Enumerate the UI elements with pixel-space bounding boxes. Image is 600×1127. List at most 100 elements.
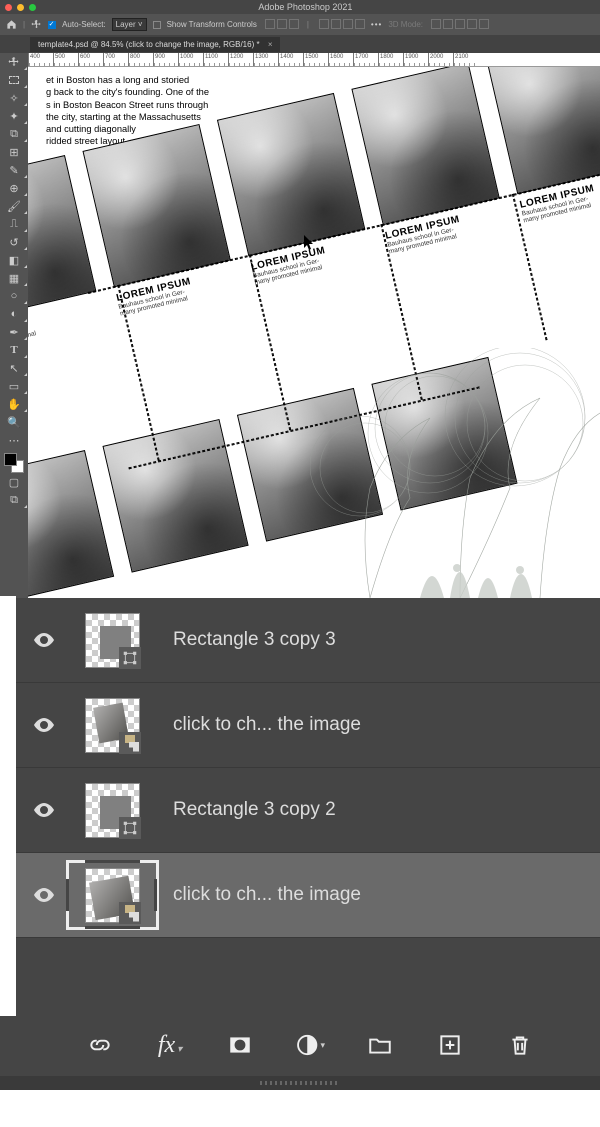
tool-marquee[interactable] xyxy=(0,71,28,89)
options-bar: | Auto-Select: Layer ˅ Show Transform Co… xyxy=(0,14,600,35)
ruler-tick: 1500 xyxy=(303,53,328,67)
quick-mask-button[interactable]: ▢ xyxy=(0,473,28,491)
layer-row[interactable]: Rectangle 3 copy 3 xyxy=(0,598,600,683)
show-transform-label: Show Transform Controls xyxy=(167,20,257,29)
smart-object-icon xyxy=(119,732,141,754)
document-tab-label: template4.psd @ 84.5% (click to change t… xyxy=(38,40,260,49)
layer-fx-button[interactable]: fx▾ xyxy=(155,1030,185,1060)
tool-heal[interactable]: ⊕ xyxy=(0,179,28,197)
3d-mode-label: 3D Mode: xyxy=(388,20,423,29)
tool-wand[interactable]: ✦ xyxy=(0,107,28,125)
tool-brush[interactable]: 🖌 xyxy=(0,197,28,215)
ruler-tick: 500 xyxy=(53,53,78,67)
card-image xyxy=(28,450,114,598)
horizontal-ruler[interactable]: 4005006007008009001000110012001300140015… xyxy=(28,53,600,67)
layer-thumbnail[interactable] xyxy=(85,868,140,923)
show-transform-checkbox[interactable] xyxy=(153,21,161,29)
tool-stamp[interactable]: ⎍ xyxy=(0,215,28,233)
layer-mask-button[interactable] xyxy=(225,1030,255,1060)
tool-lasso[interactable]: ✧ xyxy=(0,89,28,107)
layer-name[interactable]: Rectangle 3 copy 3 xyxy=(173,629,336,651)
layer-thumbnail[interactable] xyxy=(85,698,140,753)
new-group-button[interactable] xyxy=(365,1030,395,1060)
tool-frame[interactable]: ⊞ xyxy=(0,143,28,161)
ruler-tick: 1200 xyxy=(228,53,253,67)
delete-layer-button[interactable] xyxy=(505,1030,535,1060)
ruler-tick: 800 xyxy=(128,53,153,67)
vector-mask-icon xyxy=(119,647,141,669)
ruler-tick: 1400 xyxy=(278,53,303,67)
document-tab[interactable]: template4.psd @ 84.5% (click to change t… xyxy=(30,37,280,52)
auto-select-label: Auto-Select: xyxy=(62,20,106,29)
tool-eraser[interactable]: ◧ xyxy=(0,251,28,269)
tools-panel: ✧ ✦ ⧉ ⊞ ✎ ⊕ 🖌 ⎍ ↺ ◧ ▦ ○ ◐ ✒ T ↖ ▭ ✋ 🔍 ⋯ … xyxy=(0,53,28,598)
tool-pen[interactable]: ✒ xyxy=(0,323,28,341)
tool-crop[interactable]: ⧉ xyxy=(0,125,28,143)
titlebar: Adobe Photoshop 2021 xyxy=(0,0,600,14)
background-window-edge xyxy=(0,596,16,1016)
tool-dodge[interactable]: ◐ xyxy=(0,305,28,323)
tool-move[interactable] xyxy=(0,53,28,71)
ruler-tick: 2100 xyxy=(453,53,478,67)
tool-shape[interactable]: ▭ xyxy=(0,377,28,395)
layer-name[interactable]: click to ch... the image xyxy=(173,884,361,906)
layer-thumbnail[interactable] xyxy=(85,613,140,668)
portfolio-card: M IPS xyxy=(28,450,118,598)
layer-thumbnail[interactable] xyxy=(85,783,140,838)
visibility-toggle[interactable] xyxy=(18,628,70,652)
card-image xyxy=(28,155,96,318)
tool-gradient[interactable]: ▦ xyxy=(0,269,28,287)
layer-row[interactable]: Rectangle 3 copy 2 xyxy=(0,768,600,853)
distribute-icons[interactable] xyxy=(317,19,365,31)
layer-row[interactable]: click to ch... the image xyxy=(0,853,600,938)
close-tab-icon[interactable]: × xyxy=(268,40,273,49)
ruler-tick: 2000 xyxy=(428,53,453,67)
more-align-button[interactable]: ••• xyxy=(371,20,382,29)
ruler-tick: 1900 xyxy=(403,53,428,67)
new-layer-button[interactable] xyxy=(435,1030,465,1060)
visibility-toggle[interactable] xyxy=(18,883,70,907)
adjustment-layer-button[interactable]: ▾ xyxy=(295,1030,325,1060)
tool-history-brush[interactable]: ↺ xyxy=(0,233,28,251)
layer-row[interactable]: click to ch... the image xyxy=(0,683,600,768)
auto-select-checkbox[interactable] xyxy=(48,21,56,29)
ruler-tick: 1100 xyxy=(203,53,228,67)
visibility-toggle[interactable] xyxy=(18,798,70,822)
auto-select-dropdown[interactable]: Layer ˅ xyxy=(112,18,147,31)
ruler-tick: 1800 xyxy=(378,53,403,67)
panel-resize-grip[interactable] xyxy=(0,1076,600,1090)
card-row: M IPSUMschool in Ger-promoted minimalLOR… xyxy=(28,67,600,598)
vector-mask-icon xyxy=(119,817,141,839)
ruler-tick: 1300 xyxy=(253,53,278,67)
document-canvas[interactable]: et in Boston has a long and storiedg bac… xyxy=(28,67,600,598)
document-tab-bar: template4.psd @ 84.5% (click to change t… xyxy=(0,35,600,53)
mouse-cursor xyxy=(304,235,316,251)
tool-eyedropper[interactable]: ✎ xyxy=(0,161,28,179)
card-image xyxy=(82,124,230,287)
smart-object-icon xyxy=(119,902,141,924)
ruler-tick: 1000 xyxy=(178,53,203,67)
card-image xyxy=(217,93,365,256)
layer-name[interactable]: click to ch... the image xyxy=(173,714,361,736)
tool-type[interactable]: T xyxy=(0,341,28,359)
ruler-tick: 1600 xyxy=(328,53,353,67)
visibility-toggle[interactable] xyxy=(18,713,70,737)
tool-zoom[interactable]: 🔍 xyxy=(0,413,28,431)
align-icons[interactable] xyxy=(263,19,299,31)
layer-name[interactable]: Rectangle 3 copy 2 xyxy=(173,799,336,821)
tool-hand[interactable]: ✋ xyxy=(0,395,28,413)
color-swatches[interactable] xyxy=(4,453,24,473)
3d-mode-icons xyxy=(429,19,489,31)
ruler-tick: 700 xyxy=(103,53,128,67)
tool-edit-toolbar[interactable]: ⋯ xyxy=(0,431,28,449)
move-tool-icon xyxy=(31,19,42,30)
tool-path[interactable]: ↖ xyxy=(0,359,28,377)
screen-mode-button[interactable]: ⧉ xyxy=(0,491,28,509)
ruler-tick: 900 xyxy=(153,53,178,67)
background-window-footer xyxy=(0,1090,600,1127)
home-icon[interactable] xyxy=(6,19,17,30)
link-layers-button[interactable] xyxy=(85,1030,115,1060)
tool-blur[interactable]: ○ xyxy=(0,287,28,305)
card-image xyxy=(486,67,600,194)
ruler-tick: 600 xyxy=(78,53,103,67)
